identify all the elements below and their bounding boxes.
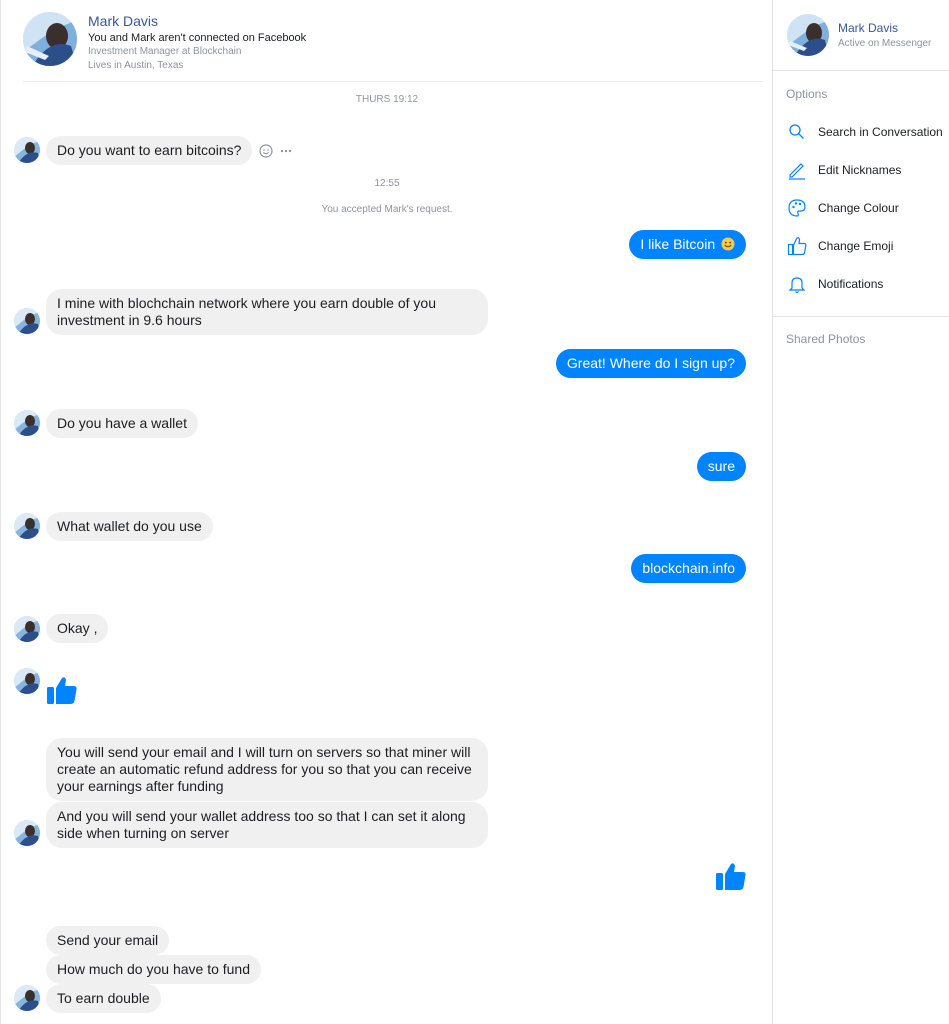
profile-avatar[interactable] [23, 12, 77, 66]
request-accepted-notice: You accepted Mark's request. [321, 204, 453, 215]
option-label: Change Colour [818, 201, 899, 215]
smiley-icon[interactable] [259, 144, 273, 158]
thumbs-up-icon[interactable] [715, 860, 747, 897]
message-incoming[interactable]: How much do you have to fund [46, 955, 262, 984]
sender-avatar [14, 410, 40, 436]
sender-avatar [14, 668, 40, 694]
connection-status: You and Mark aren't connected on Faceboo… [88, 32, 307, 44]
message-incoming[interactable]: To earn double [46, 984, 161, 1013]
divider [773, 316, 949, 317]
header-divider [23, 81, 763, 82]
more-icon[interactable] [279, 144, 293, 158]
message-outgoing[interactable]: blockchain.info [631, 554, 746, 583]
sender-avatar [14, 513, 40, 539]
conversation-pane: Mark Davis You and Mark aren't connected… [0, 0, 772, 1024]
sender-avatar [14, 985, 40, 1011]
message-incoming[interactable]: And you will send your wallet address to… [46, 802, 488, 848]
option-search-conversation[interactable]: Search in Conversation [786, 121, 949, 143]
profile-location: Lives in Austin, Texas [88, 60, 184, 71]
message-incoming[interactable]: You will send your email and I will turn… [46, 738, 488, 801]
option-label: Change Emoji [818, 239, 894, 253]
profile-name[interactable]: Mark Davis [88, 13, 158, 29]
message-incoming[interactable]: Send your email [46, 926, 170, 955]
option-label: Notifications [818, 277, 884, 291]
profile-job: Investment Manager at Blockchain [88, 46, 242, 57]
message-actions [259, 142, 293, 158]
option-label: Search in Conversation [818, 125, 943, 139]
message-outgoing[interactable]: sure [696, 452, 746, 481]
sender-avatar [14, 308, 40, 334]
active-status: Active on Messenger [838, 38, 932, 49]
shared-photos-heading[interactable]: Shared Photos [786, 332, 865, 346]
sender-avatar [14, 137, 40, 163]
sidebar-name[interactable]: Mark Davis [838, 21, 898, 35]
message-outgoing[interactable]: I like Bitcoin [629, 230, 746, 259]
option-notifications[interactable]: Notifications [786, 273, 949, 295]
smiley-emoji-icon [721, 237, 735, 251]
option-change-emoji[interactable]: Change Emoji [786, 235, 949, 257]
timestamp-first: THURS 19:12 [355, 94, 419, 105]
thumbs-up-icon [787, 237, 807, 256]
sender-avatar [14, 616, 40, 642]
option-edit-nicknames[interactable]: Edit Nicknames [786, 159, 949, 181]
message-incoming[interactable]: Do you want to earn bitcoins? [46, 136, 253, 165]
palette-icon [788, 199, 806, 217]
option-change-colour[interactable]: Change Colour [786, 197, 949, 219]
sidebar-avatar[interactable] [787, 14, 829, 56]
timestamp-second: 12:55 [374, 178, 400, 189]
divider [773, 70, 949, 71]
search-icon [789, 124, 804, 139]
options-heading: Options [786, 87, 828, 101]
pencil-icon [789, 163, 805, 180]
message-incoming[interactable]: Do you have a wallet [46, 409, 198, 438]
bell-icon [788, 277, 806, 294]
conversation-info-sidebar: Mark Davis Active on Messenger Options S… [772, 0, 949, 1024]
message-text: I like Bitcoin [640, 236, 716, 252]
message-outgoing[interactable]: Great! Where do I sign up? [555, 349, 746, 378]
thumbs-up-icon[interactable] [46, 674, 78, 711]
message-incoming[interactable]: What wallet do you use [46, 512, 213, 541]
message-incoming[interactable]: I mine with blochchain network where you… [46, 289, 488, 335]
option-label: Edit Nicknames [818, 163, 902, 177]
message-incoming[interactable]: Okay , [46, 614, 109, 643]
sender-avatar [14, 820, 40, 846]
